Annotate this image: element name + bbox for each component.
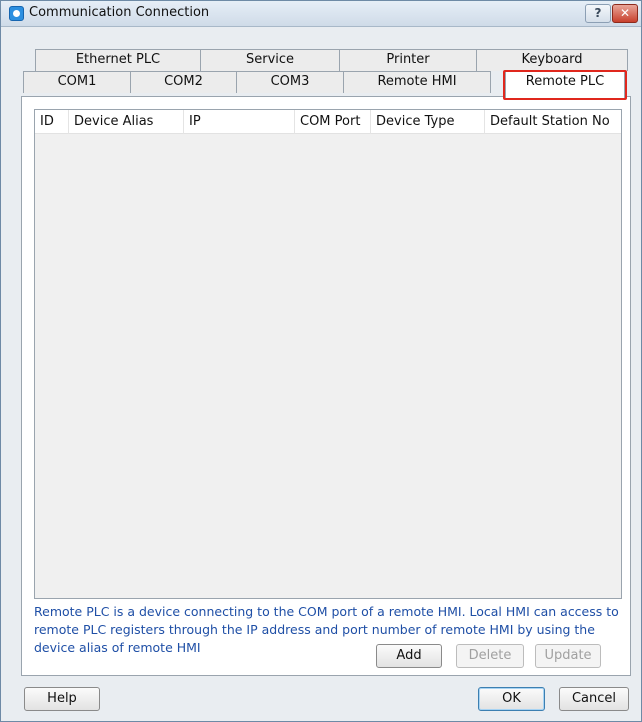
tab-keyboard[interactable]: Keyboard [476,49,628,71]
column-header-device-type[interactable]: Device Type [371,110,485,134]
column-header-device-alias[interactable]: Device Alias [69,110,184,134]
add-button[interactable]: Add [376,644,442,668]
tab-printer[interactable]: Printer [339,49,477,71]
app-icon [9,6,24,21]
delete-button[interactable]: Delete [456,644,524,668]
tab-service[interactable]: Service [200,49,340,71]
tab-com2[interactable]: COM2 [130,71,237,93]
tab-com3[interactable]: COM3 [236,71,344,93]
column-header-default-station-no[interactable]: Default Station No [485,110,621,134]
table-header: ID Device Alias IP COM Port Device Type … [35,110,621,134]
close-button[interactable]: ✕ [612,4,638,23]
help-button[interactable]: Help [24,687,100,711]
remote-plc-panel: ID Device Alias IP COM Port Device Type … [21,96,631,676]
tab-ethernet-plc[interactable]: Ethernet PLC [35,49,201,71]
window-title: Communication Connection [29,5,210,20]
selected-tab-highlight [503,70,627,100]
remote-plc-table[interactable]: ID Device Alias IP COM Port Device Type … [34,109,622,599]
help-title-button[interactable]: ? [585,4,611,23]
tab-remote-hmi[interactable]: Remote HMI [343,71,491,93]
column-header-id[interactable]: ID [35,110,69,134]
update-button[interactable]: Update [535,644,601,668]
ok-button[interactable]: OK [478,687,545,711]
title-bar: Communication Connection ? ✕ [1,1,641,27]
column-header-ip[interactable]: IP [184,110,295,134]
tab-com1[interactable]: COM1 [23,71,131,93]
cancel-button[interactable]: Cancel [559,687,629,711]
column-header-com-port[interactable]: COM Port [295,110,371,134]
communication-connection-dialog: Communication Connection ? ✕ Ethernet PL… [0,0,642,722]
